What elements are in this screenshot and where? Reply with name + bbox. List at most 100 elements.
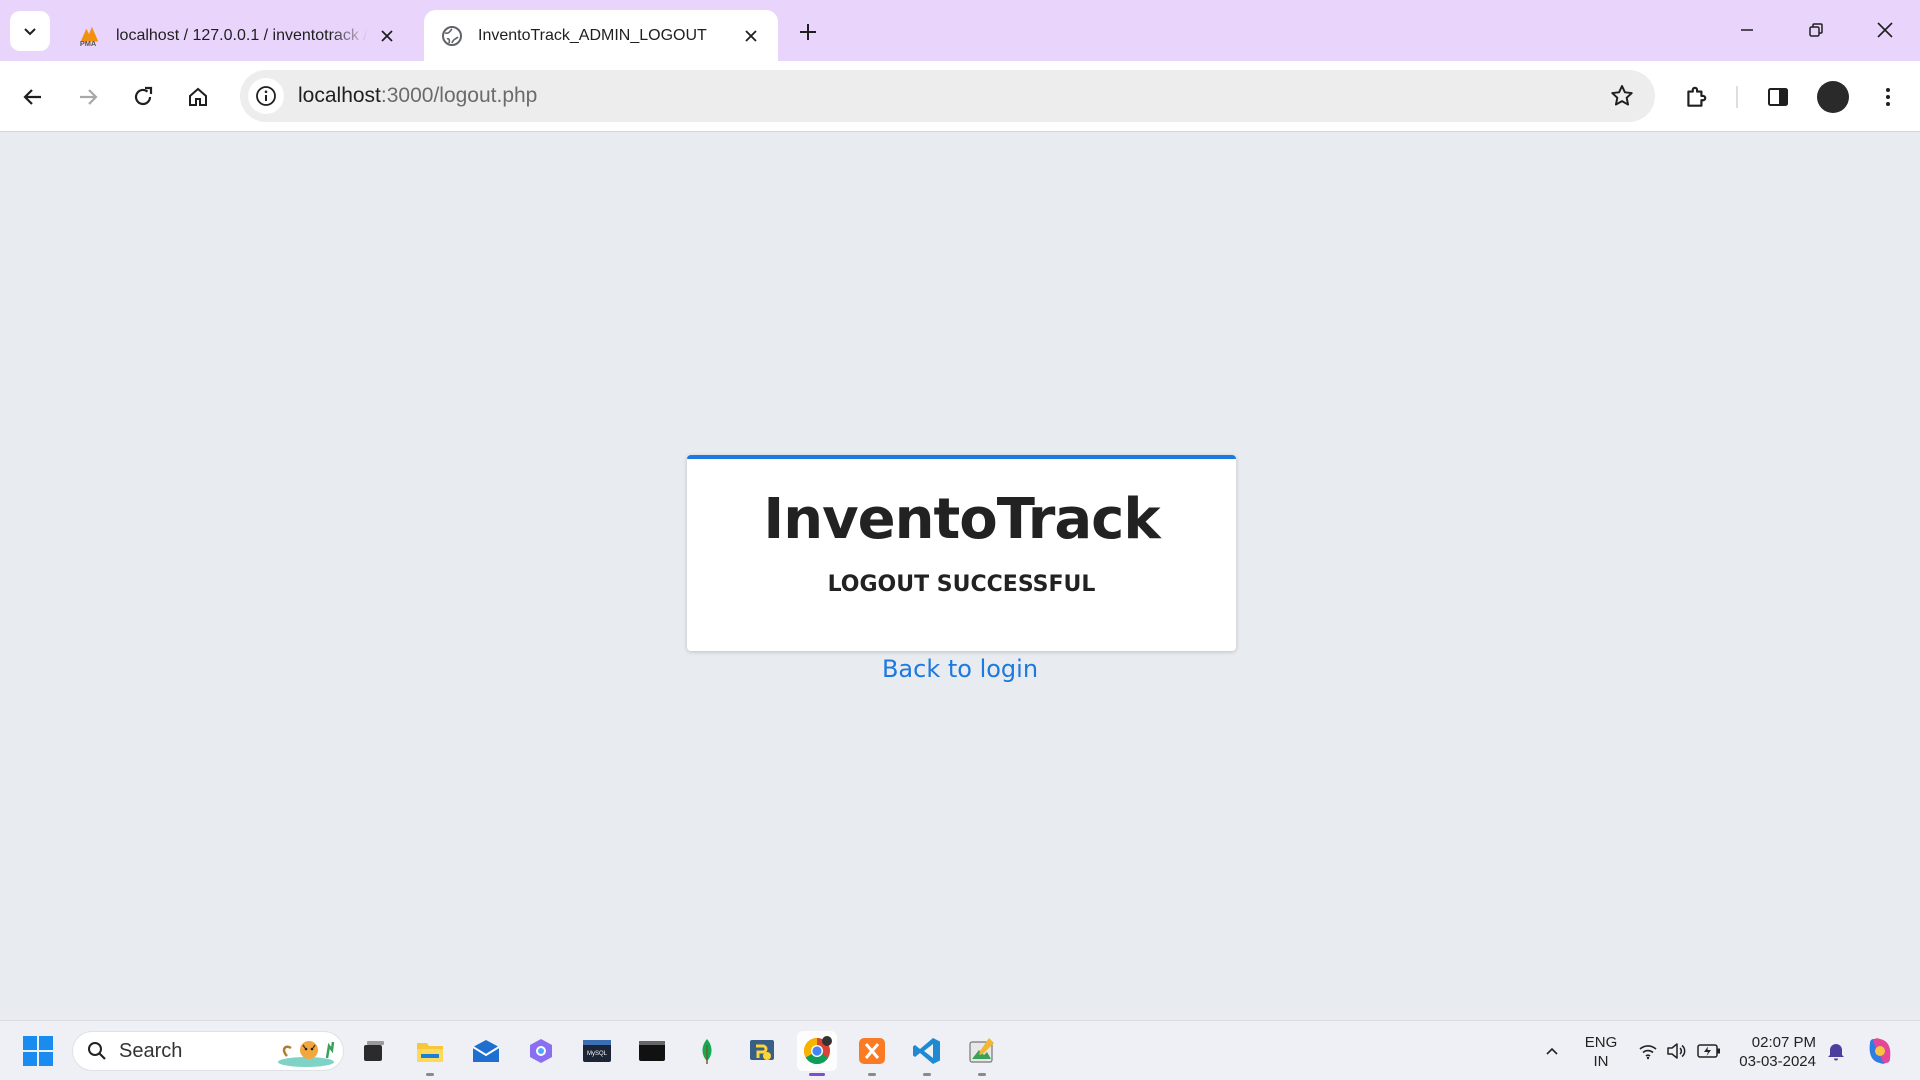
bookmark-star-icon[interactable] xyxy=(1609,83,1635,114)
arrow-left-icon xyxy=(23,89,41,105)
toolbar-divider xyxy=(1736,86,1738,108)
globe-icon xyxy=(440,24,464,48)
taskbar-mongodb-compass[interactable] xyxy=(687,1031,727,1071)
folder-icon xyxy=(417,1043,443,1062)
taskbar: Search MySQL ENG IN 02:07 PM 03-03-2024 xyxy=(0,1020,1920,1080)
taskbar-copilot-app[interactable] xyxy=(521,1031,561,1071)
side-panel-button[interactable] xyxy=(1759,78,1797,116)
browser-menu-button[interactable] xyxy=(1869,78,1907,116)
taskbar-terminal[interactable] xyxy=(632,1031,672,1071)
chrome-icon xyxy=(803,1036,832,1065)
taskbar-image-app[interactable] xyxy=(962,1031,1002,1076)
arrow-right-icon xyxy=(80,89,98,105)
mail-icon xyxy=(472,1040,500,1062)
mongodb-leaf-icon xyxy=(702,1039,712,1064)
tab-title: InventoTrack_ADMIN_LOGOUT xyxy=(478,26,707,44)
taskbar-mysql-workbench[interactable]: MySQL xyxy=(577,1031,617,1071)
page-content: InventoTrack LOGOUT SUCCESSFUL Back to l… xyxy=(0,132,1920,1020)
tab-title: localhost / 127.0.0.1 / inventotrack / t… xyxy=(116,26,368,44)
copilot-button[interactable] xyxy=(1863,1034,1897,1068)
taskbar-mail[interactable] xyxy=(466,1031,506,1071)
taskbar-chrome[interactable] xyxy=(797,1031,837,1076)
taskbar-search[interactable]: Search xyxy=(72,1031,344,1071)
new-tab-button[interactable] xyxy=(792,16,824,48)
running-indicator xyxy=(923,1073,931,1076)
url-path: :3000/logout.php xyxy=(380,84,538,107)
search-label: Search xyxy=(119,1039,183,1062)
restore-button[interactable] xyxy=(1793,12,1839,48)
tab-strip: PMA localhost / 127.0.0.1 / inventotrack… xyxy=(0,0,1920,61)
system-clock[interactable]: 02:07 PM 03-03-2024 xyxy=(1732,1033,1816,1071)
taskbar-task-view[interactable] xyxy=(354,1031,394,1071)
puzzle-icon xyxy=(1687,86,1707,107)
svg-text:MySQL: MySQL xyxy=(587,1051,608,1057)
chevron-down-icon xyxy=(24,28,36,36)
battery-charging-icon xyxy=(1697,1044,1720,1058)
svg-text:PMA: PMA xyxy=(80,39,97,48)
copilot-icon xyxy=(1869,1038,1891,1064)
region-code: IN xyxy=(1593,1053,1609,1070)
phpmyadmin-icon: PMA xyxy=(78,24,102,48)
reload-button[interactable] xyxy=(124,78,162,116)
close-icon xyxy=(1877,22,1893,38)
taskbar-vscode[interactable] xyxy=(907,1031,947,1076)
minimize-button[interactable] xyxy=(1724,12,1770,48)
start-button[interactable] xyxy=(22,1035,54,1067)
notifications-button[interactable] xyxy=(1822,1037,1850,1065)
url-text: localhost:3000/logout.php xyxy=(298,84,537,108)
side-panel-icon xyxy=(1768,88,1788,106)
close-window-button[interactable] xyxy=(1862,12,1908,48)
battery-status[interactable] xyxy=(1694,1037,1724,1065)
plus-icon xyxy=(800,24,816,40)
running-indicator xyxy=(868,1073,876,1076)
tab-inventotrack-logout[interactable]: InventoTrack_ADMIN_LOGOUT xyxy=(424,10,778,61)
running-indicator xyxy=(978,1073,986,1076)
more-vert-icon xyxy=(1886,88,1890,106)
home-button[interactable] xyxy=(179,78,217,116)
tab-phpmyadmin[interactable]: PMA localhost / 127.0.0.1 / inventotrack… xyxy=(62,10,414,61)
python-icon xyxy=(750,1040,774,1060)
bell-icon xyxy=(1828,1044,1844,1061)
task-view-icon xyxy=(364,1041,384,1061)
chevron-up-icon xyxy=(1546,1047,1558,1055)
clock-time: 02:07 PM xyxy=(1751,1034,1816,1051)
address-bar[interactable]: localhost:3000/logout.php xyxy=(240,70,1655,122)
image-editor-icon xyxy=(969,1038,994,1063)
close-icon[interactable] xyxy=(376,25,398,47)
tiger-illustration-icon xyxy=(278,1041,335,1067)
show-hidden-icons-button[interactable] xyxy=(1540,1037,1564,1065)
tab-search-button[interactable] xyxy=(10,11,50,51)
site-info-icon[interactable] xyxy=(248,78,284,114)
terminal-window-icon: MySQL xyxy=(583,1040,611,1062)
network-status[interactable] xyxy=(1634,1037,1662,1065)
forward-button[interactable] xyxy=(69,78,107,116)
logout-card: InventoTrack LOGOUT SUCCESSFUL xyxy=(687,455,1236,651)
search-icon xyxy=(88,1042,106,1060)
loop-icon xyxy=(530,1039,552,1063)
cmd-icon xyxy=(639,1041,665,1061)
back-button[interactable] xyxy=(14,78,52,116)
running-indicator xyxy=(426,1073,434,1076)
xampp-icon xyxy=(859,1038,885,1064)
back-to-login-link[interactable]: Back to login xyxy=(0,655,1920,683)
taskbar-xampp[interactable] xyxy=(852,1031,892,1076)
input-language-indicator[interactable]: ENG IN xyxy=(1578,1033,1624,1071)
profile-avatar[interactable] xyxy=(1817,81,1849,113)
minimize-icon xyxy=(1741,29,1753,31)
wifi-icon xyxy=(1639,1045,1657,1060)
close-icon[interactable] xyxy=(740,25,762,47)
clock-date: 03-03-2024 xyxy=(1739,1053,1816,1070)
restore-icon xyxy=(1809,23,1823,37)
url-host: localhost xyxy=(298,84,381,107)
extensions-button[interactable] xyxy=(1677,78,1715,116)
speaker-icon xyxy=(1667,1043,1686,1059)
logout-message: LOGOUT SUCCESSFUL xyxy=(827,572,1096,597)
taskbar-python[interactable] xyxy=(742,1031,782,1071)
windows-logo-icon xyxy=(23,1036,53,1066)
volume-control[interactable] xyxy=(1662,1037,1690,1065)
running-indicator xyxy=(809,1073,825,1076)
taskbar-file-explorer[interactable] xyxy=(410,1031,450,1076)
browser-toolbar: localhost:3000/logout.php xyxy=(0,61,1920,132)
vscode-icon xyxy=(913,1038,940,1064)
brand-title: InventoTrack xyxy=(763,487,1160,552)
